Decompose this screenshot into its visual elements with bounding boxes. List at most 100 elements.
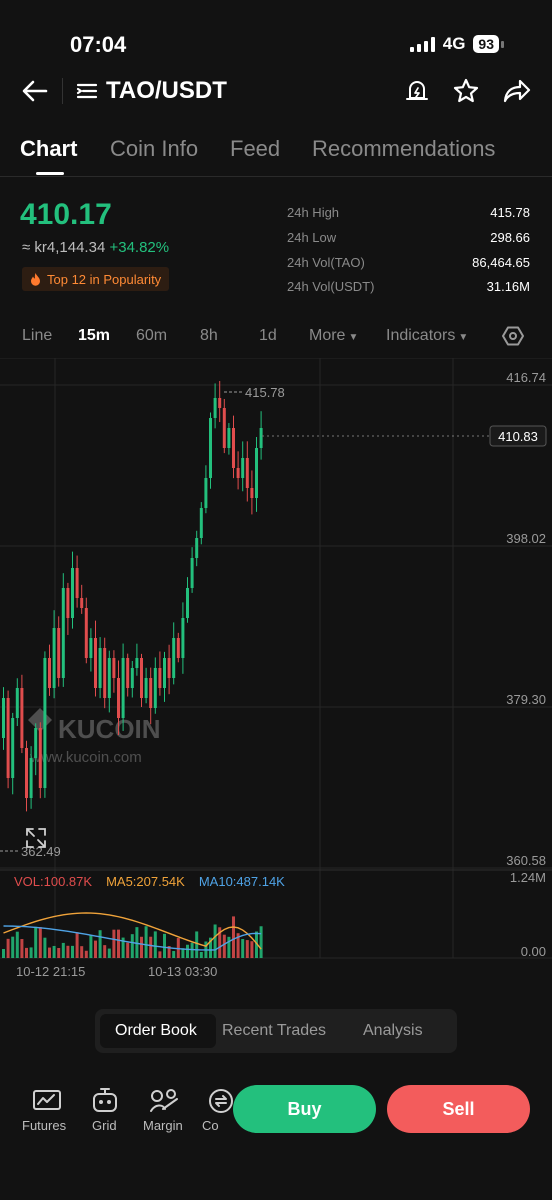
- grid-bot-icon[interactable]: [90, 1087, 120, 1115]
- stat-24h-vol-usdt-value: 31.16M: [486, 279, 530, 294]
- price-axis-label: 416.74: [506, 370, 546, 385]
- share-icon[interactable]: [501, 77, 531, 105]
- candles-layer: [2, 380, 263, 812]
- nav-convert-label[interactable]: Co: [202, 1118, 219, 1133]
- nav-futures-label[interactable]: Futures: [22, 1118, 66, 1133]
- vol-value: VOL:100.87K: [14, 874, 93, 889]
- candle-body: [255, 448, 258, 498]
- popularity-badge[interactable]: Top 12 in Popularity: [22, 267, 170, 291]
- volume-bar: [25, 947, 28, 958]
- interval-line[interactable]: Line: [22, 327, 52, 345]
- volume-bar: [48, 947, 51, 958]
- volume-bar: [195, 931, 199, 958]
- interval-60m[interactable]: 60m: [136, 327, 167, 345]
- battery-icon: 93: [473, 35, 504, 53]
- volume-bar: [43, 937, 47, 958]
- interval-15m[interactable]: 15m: [78, 327, 110, 345]
- volume-bar: [98, 930, 102, 958]
- futures-icon[interactable]: [32, 1087, 62, 1115]
- more-intervals-dropdown[interactable]: More ▼: [309, 327, 358, 345]
- volume-bar: [250, 941, 254, 958]
- candlestick-chart[interactable]: KUCOIN www.kucoin.com 410.83 415.78 362.…: [0, 358, 552, 960]
- interval-1d[interactable]: 1d: [259, 327, 277, 345]
- candle-body: [34, 728, 38, 758]
- candle-body: [66, 588, 70, 618]
- volume-bar: [6, 938, 10, 958]
- candle-body: [195, 538, 199, 558]
- candle-body: [213, 398, 217, 418]
- candle-body: [107, 658, 111, 698]
- sell-button[interactable]: Sell: [387, 1085, 530, 1133]
- volume-bar: [38, 927, 42, 958]
- price-alert-icon[interactable]: [404, 78, 430, 104]
- tab-coin-info[interactable]: Coin Info: [110, 136, 198, 162]
- volume-bar: [75, 932, 79, 958]
- convert-icon[interactable]: [206, 1087, 236, 1115]
- candle-body: [245, 458, 249, 488]
- candle-body: [38, 728, 42, 788]
- favorite-star-icon[interactable]: [452, 77, 480, 105]
- volume-bar: [20, 939, 24, 958]
- volume-bar: [94, 940, 97, 958]
- caret-down-icon: ▼: [458, 332, 469, 343]
- candle-body: [80, 598, 84, 608]
- tabs-divider: [0, 176, 552, 177]
- volume-bar: [34, 926, 38, 958]
- candle-body: [130, 668, 134, 688]
- pair-title[interactable]: TAO/USDT: [106, 77, 227, 105]
- stat-24h-vol-tao-label: 24h Vol(TAO): [287, 255, 365, 270]
- indicators-dropdown[interactable]: Indicators ▼: [386, 327, 468, 345]
- watermark-brand: KUCOIN: [58, 714, 161, 744]
- candle-body: [204, 478, 208, 508]
- margin-icon[interactable]: [149, 1087, 179, 1115]
- candle-body: [52, 628, 56, 688]
- volume-bar: [117, 929, 120, 958]
- pair-menu-icon[interactable]: [76, 80, 98, 102]
- fire-icon: [31, 272, 40, 286]
- candle-body: [135, 658, 139, 668]
- fullscreen-expand-icon[interactable]: [24, 826, 48, 850]
- volume-bars-layer: [2, 916, 263, 958]
- volume-bar: [232, 916, 235, 958]
- volume-bar: [15, 931, 19, 958]
- volume-bar: [158, 951, 162, 958]
- segment-analysis[interactable]: Analysis: [363, 1022, 423, 1040]
- volume-bar: [71, 945, 74, 958]
- candle-body: [25, 748, 28, 798]
- volume-bar: [103, 945, 107, 958]
- candle-body: [199, 508, 203, 538]
- candle-body: [149, 678, 153, 708]
- volume-bar: [190, 942, 194, 958]
- candle-body: [190, 558, 194, 588]
- candle-body: [94, 638, 97, 688]
- tab-recommendations[interactable]: Recommendations: [312, 136, 495, 162]
- chart-grid: [0, 358, 552, 959]
- candle-body: [241, 458, 245, 478]
- candle-body: [153, 668, 157, 708]
- segment-order-book[interactable]: Order Book: [115, 1022, 197, 1040]
- volume-bar: [213, 924, 217, 958]
- candle-body: [112, 658, 116, 678]
- nav-margin-label[interactable]: Margin: [143, 1118, 183, 1133]
- segment-recent-trades[interactable]: Recent Trades: [222, 1022, 326, 1040]
- volume-bar: [199, 951, 203, 958]
- volume-bar: [241, 939, 245, 958]
- tab-feed[interactable]: Feed: [230, 136, 280, 162]
- interval-8h[interactable]: 8h: [200, 327, 218, 345]
- candle-body: [176, 638, 180, 658]
- nav-grid-label[interactable]: Grid: [92, 1118, 117, 1133]
- candle-body: [48, 658, 51, 688]
- volume-bar: [163, 933, 166, 958]
- candle-body: [186, 588, 189, 618]
- kucoin-watermark: KUCOIN www.kucoin.com: [28, 708, 161, 766]
- volume-bar: [259, 926, 263, 958]
- tab-chart[interactable]: Chart: [20, 136, 77, 162]
- stat-24h-vol-tao-value: 86,464.65: [472, 255, 530, 270]
- volume-bar: [126, 942, 130, 958]
- back-arrow-icon[interactable]: [20, 76, 50, 106]
- candle-body: [209, 418, 212, 478]
- ma5-value: MA5:207.54K: [106, 874, 185, 889]
- chart-settings-icon[interactable]: [502, 325, 524, 347]
- buy-button[interactable]: Buy: [233, 1085, 376, 1133]
- candle-body: [11, 718, 15, 778]
